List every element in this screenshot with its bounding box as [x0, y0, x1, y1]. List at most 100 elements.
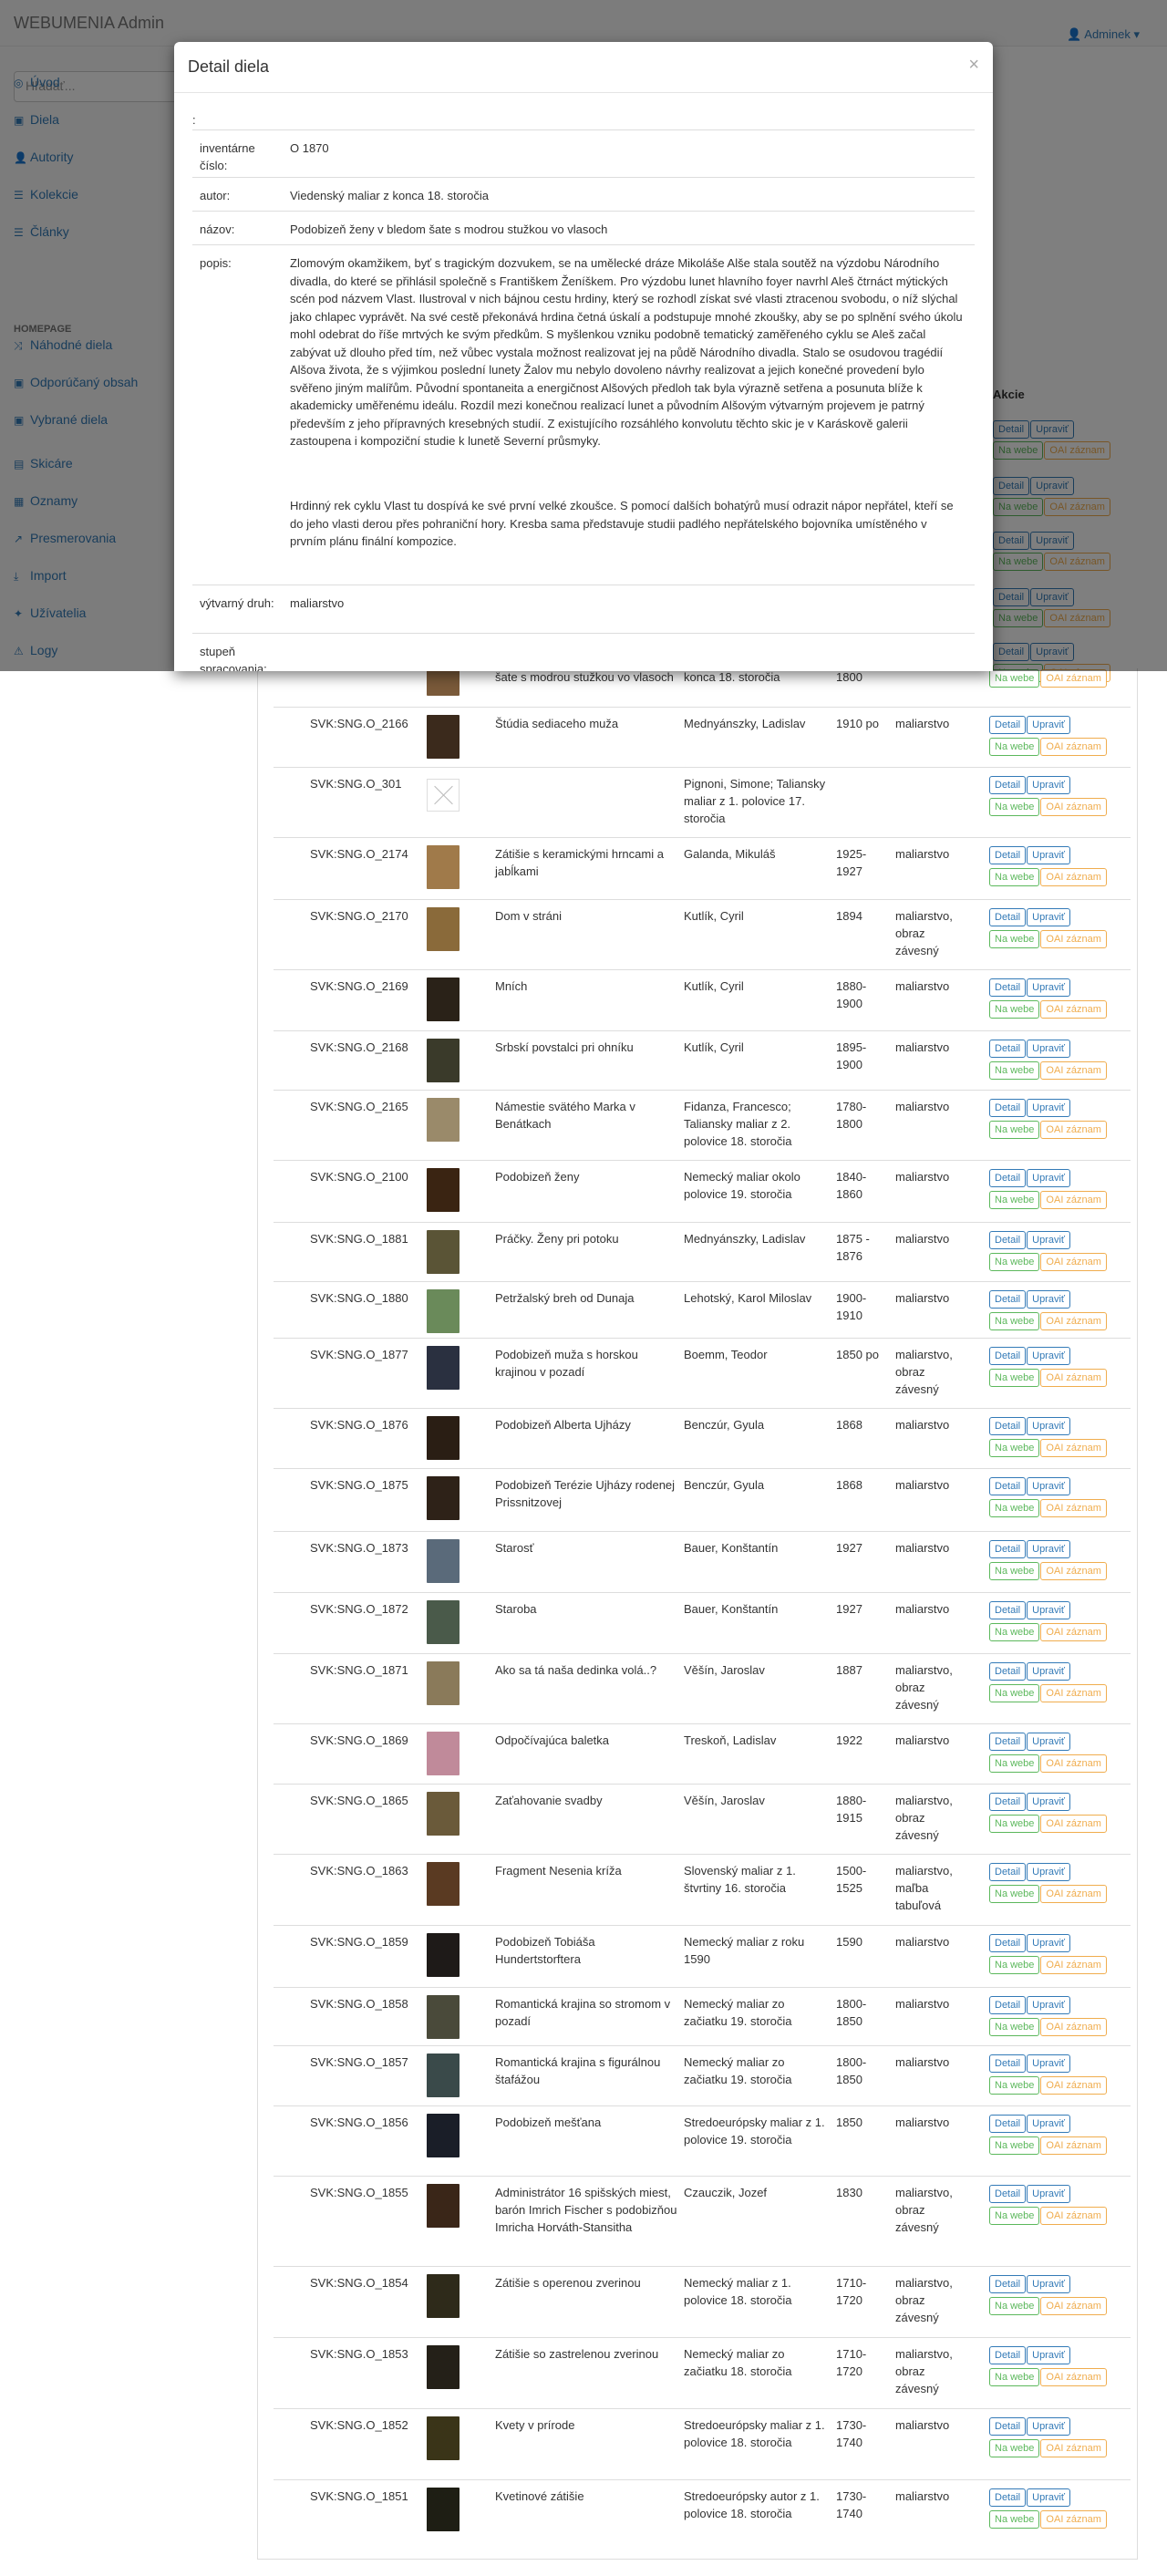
on-web-button[interactable]: Na webe — [989, 1000, 1040, 1019]
on-web-button[interactable]: Na webe — [989, 2076, 1040, 2095]
artwork-thumbnail[interactable] — [427, 1346, 463, 1390]
edit-button[interactable]: Upraviť — [1027, 1347, 1071, 1365]
oai-record-button[interactable]: OAI záznam — [1040, 2510, 1107, 2529]
artwork-thumbnail[interactable] — [427, 1289, 463, 1333]
edit-button[interactable]: Upraviť — [1027, 1793, 1071, 1811]
detail-button[interactable]: Detail — [989, 1793, 1027, 1811]
artwork-thumbnail[interactable] — [427, 715, 463, 759]
detail-button[interactable]: Detail — [989, 1934, 1027, 1952]
close-icon[interactable]: × — [968, 55, 979, 76]
detail-button[interactable]: Detail — [989, 846, 1027, 864]
artwork-thumbnail[interactable] — [427, 1098, 463, 1142]
oai-record-button[interactable]: OAI záznam — [1040, 2207, 1107, 2225]
on-web-button[interactable]: Na webe — [989, 1956, 1040, 1974]
on-web-button[interactable]: Na webe — [989, 930, 1040, 948]
artwork-thumbnail[interactable] — [427, 2488, 463, 2531]
oai-record-button[interactable]: OAI záznam — [1040, 2018, 1107, 2036]
artwork-thumbnail[interactable] — [427, 2345, 463, 2389]
artwork-thumbnail[interactable] — [427, 1039, 463, 1082]
oai-record-button[interactable]: OAI záznam — [1040, 1191, 1107, 1209]
detail-button[interactable]: Detail — [989, 2185, 1027, 2203]
artwork-thumbnail[interactable] — [427, 907, 463, 951]
edit-button[interactable]: Upraviť — [1027, 1417, 1071, 1435]
on-web-button[interactable]: Na webe — [989, 798, 1040, 816]
on-web-button[interactable]: Na webe — [989, 2439, 1040, 2457]
oai-record-button[interactable]: OAI záznam — [1040, 2136, 1107, 2155]
edit-button[interactable]: Upraviť — [1027, 2054, 1071, 2073]
on-web-button[interactable]: Na webe — [989, 2207, 1040, 2225]
edit-button[interactable]: Upraviť — [1027, 1040, 1071, 1058]
detail-button[interactable]: Detail — [989, 2417, 1027, 2436]
detail-button[interactable]: Detail — [989, 1733, 1027, 1751]
on-web-button[interactable]: Na webe — [989, 1191, 1040, 1209]
edit-button[interactable]: Upraviť — [1027, 1863, 1071, 1881]
oai-record-button[interactable]: OAI záznam — [1040, 2368, 1107, 2386]
edit-button[interactable]: Upraviť — [1027, 1996, 1071, 2014]
edit-button[interactable]: Upraviť — [1027, 1540, 1071, 1558]
detail-button[interactable]: Detail — [989, 1099, 1027, 1117]
detail-button[interactable]: Detail — [989, 2054, 1027, 2073]
oai-record-button[interactable]: OAI záznam — [1040, 930, 1107, 948]
detail-button[interactable]: Detail — [989, 1601, 1027, 1619]
detail-button[interactable]: Detail — [989, 776, 1027, 794]
on-web-button[interactable]: Na webe — [989, 2368, 1040, 2386]
oai-record-button[interactable]: OAI záznam — [1040, 1623, 1107, 1641]
oai-record-button[interactable]: OAI záznam — [1040, 1684, 1107, 1702]
oai-record-button[interactable]: OAI záznam — [1040, 1253, 1107, 1271]
detail-button[interactable]: Detail — [989, 1417, 1027, 1435]
edit-button[interactable]: Upraviť — [1027, 776, 1071, 794]
oai-record-button[interactable]: OAI záznam — [1040, 1439, 1107, 1457]
edit-button[interactable]: Upraviť — [1027, 1099, 1071, 1117]
oai-record-button[interactable]: OAI záznam — [1040, 868, 1107, 886]
on-web-button[interactable]: Na webe — [989, 1499, 1040, 1517]
edit-button[interactable]: Upraviť — [1027, 846, 1071, 864]
artwork-thumbnail[interactable] — [427, 1661, 463, 1705]
artwork-thumbnail[interactable] — [427, 2184, 463, 2228]
edit-button[interactable]: Upraviť — [1027, 1477, 1071, 1495]
detail-button[interactable]: Detail — [989, 1662, 1027, 1681]
detail-button[interactable]: Detail — [989, 1169, 1027, 1187]
detail-button[interactable]: Detail — [989, 978, 1027, 997]
edit-button[interactable]: Upraviť — [1027, 1169, 1071, 1187]
edit-button[interactable]: Upraviť — [1027, 2275, 1071, 2293]
oai-record-button[interactable]: OAI záznam — [1040, 1956, 1107, 1974]
artwork-thumbnail[interactable] — [427, 845, 463, 889]
detail-button[interactable]: Detail — [989, 1231, 1027, 1249]
on-web-button[interactable]: Na webe — [989, 2297, 1040, 2315]
artwork-thumbnail[interactable] — [427, 2416, 463, 2460]
on-web-button[interactable]: Na webe — [989, 1684, 1040, 1702]
on-web-button[interactable]: Na webe — [989, 1815, 1040, 1833]
edit-button[interactable]: Upraviť — [1027, 1290, 1071, 1309]
on-web-button[interactable]: Na webe — [989, 738, 1040, 756]
artwork-thumbnail[interactable] — [427, 1933, 463, 1977]
on-web-button[interactable]: Na webe — [989, 1253, 1040, 1271]
on-web-button[interactable]: Na webe — [989, 1312, 1040, 1330]
edit-button[interactable]: Upraviť — [1027, 2115, 1071, 2133]
artwork-thumbnail[interactable] — [427, 1792, 463, 1836]
detail-button[interactable]: Detail — [989, 1540, 1027, 1558]
artwork-thumbnail[interactable] — [427, 775, 463, 819]
edit-button[interactable]: Upraviť — [1027, 978, 1071, 997]
artwork-thumbnail[interactable] — [427, 1539, 463, 1583]
detail-button[interactable]: Detail — [989, 2488, 1027, 2507]
on-web-button[interactable]: Na webe — [989, 868, 1040, 886]
on-web-button[interactable]: Na webe — [989, 1623, 1040, 1641]
edit-button[interactable]: Upraviť — [1027, 2346, 1071, 2364]
edit-button[interactable]: Upraviť — [1027, 1733, 1071, 1751]
on-web-button[interactable]: Na webe — [989, 669, 1040, 688]
artwork-thumbnail[interactable] — [427, 1416, 463, 1460]
detail-button[interactable]: Detail — [989, 908, 1027, 926]
on-web-button[interactable]: Na webe — [989, 1885, 1040, 1903]
oai-record-button[interactable]: OAI záznam — [1040, 1499, 1107, 1517]
oai-record-button[interactable]: OAI záznam — [1040, 1754, 1107, 1773]
oai-record-button[interactable]: OAI záznam — [1040, 1562, 1107, 1580]
on-web-button[interactable]: Na webe — [989, 1121, 1040, 1139]
detail-button[interactable]: Detail — [989, 716, 1027, 734]
oai-record-button[interactable]: OAI záznam — [1040, 1369, 1107, 1387]
on-web-button[interactable]: Na webe — [989, 1754, 1040, 1773]
oai-record-button[interactable]: OAI záznam — [1040, 2439, 1107, 2457]
detail-button[interactable]: Detail — [989, 2346, 1027, 2364]
artwork-thumbnail[interactable] — [427, 1995, 463, 2039]
oai-record-button[interactable]: OAI záznam — [1040, 669, 1107, 688]
artwork-thumbnail[interactable] — [427, 1862, 463, 1906]
